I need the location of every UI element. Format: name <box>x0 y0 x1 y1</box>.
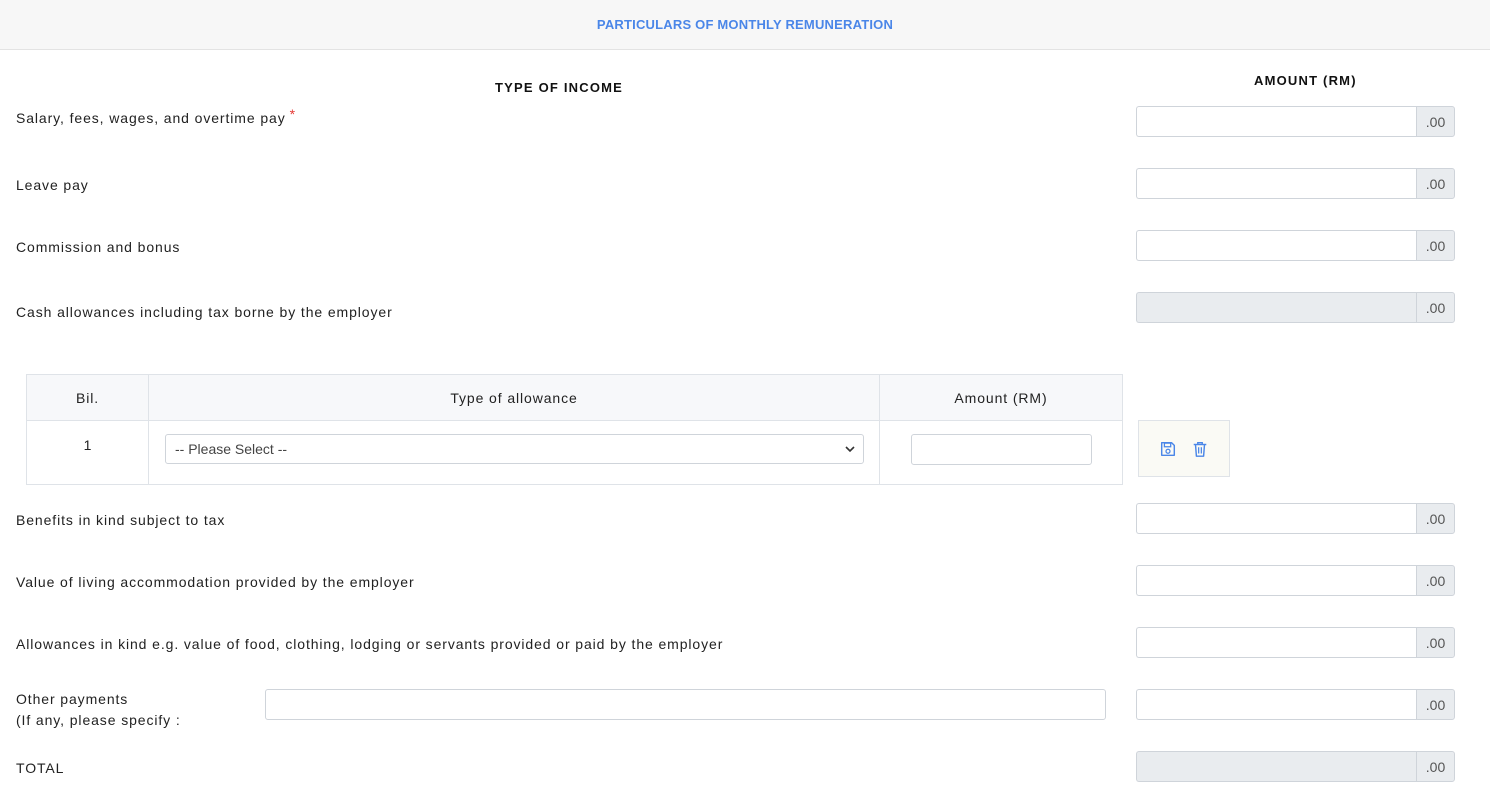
allowances-in-kind-label: Allowances in kind e.g. value of food, c… <box>16 636 724 652</box>
decimal-suffix: .00 <box>1416 751 1455 782</box>
other-payments-amount-input[interactable] <box>1136 689 1416 720</box>
allowance-actions <box>1138 420 1230 477</box>
decimal-suffix: .00 <box>1416 230 1455 261</box>
allowances-in-kind-amount-input[interactable] <box>1136 627 1416 658</box>
allowance-header-amount: Amount (RM) <box>879 374 1123 421</box>
commission-amount-input[interactable] <box>1136 230 1416 261</box>
column-header-amount: AMOUNT (RM) <box>1254 73 1357 88</box>
other-payments-label-line1: Other payments <box>16 691 129 707</box>
allowance-table: Bil. Type of allowance Amount (RM) 1 -- … <box>26 374 1123 485</box>
allowance-amount-input[interactable] <box>911 434 1092 465</box>
other-payments-label: Other payments (If any, please specify : <box>16 689 181 731</box>
allowance-header-type: Type of allowance <box>148 374 880 421</box>
allowance-type-select[interactable]: -- Please Select -- <box>165 434 864 464</box>
decimal-suffix: .00 <box>1416 106 1455 137</box>
column-header-type-of-income: TYPE OF INCOME <box>495 80 624 95</box>
allowances-in-kind-amount-group: .00 <box>1136 627 1455 658</box>
allowance-row-type-cell: -- Please Select -- <box>148 420 880 485</box>
allowance-header-bil: Bil. <box>26 374 149 421</box>
living-accommodation-amount-input[interactable] <box>1136 565 1416 596</box>
benefits-amount-group: .00 <box>1136 503 1455 534</box>
allowance-row-amount-cell <box>879 420 1123 485</box>
decimal-suffix: .00 <box>1416 503 1455 534</box>
section-header: PARTICULARS OF MONTHLY REMUNERATION <box>0 0 1490 50</box>
living-accommodation-label: Value of living accommodation provided b… <box>16 574 415 590</box>
decimal-suffix: .00 <box>1416 168 1455 199</box>
required-mark: * <box>289 106 296 122</box>
decimal-suffix: .00 <box>1416 627 1455 658</box>
leave-pay-amount-group: .00 <box>1136 168 1455 199</box>
decimal-suffix: .00 <box>1416 565 1455 596</box>
section-title: PARTICULARS OF MONTHLY REMUNERATION <box>596 17 894 32</box>
other-payments-amount-group: .00 <box>1136 689 1455 720</box>
allowance-row-bil: 1 <box>26 420 149 485</box>
commission-amount-group: .00 <box>1136 230 1455 261</box>
cash-allowances-amount-group: .00 <box>1136 292 1455 323</box>
other-payments-specify-input[interactable] <box>265 689 1106 720</box>
salary-amount-group: .00 <box>1136 106 1455 137</box>
benefits-label: Benefits in kind subject to tax <box>16 512 226 528</box>
total-amount-input <box>1136 751 1416 782</box>
trash-icon[interactable] <box>1191 440 1209 458</box>
chevron-down-icon <box>845 446 855 453</box>
total-label: TOTAL <box>16 760 65 776</box>
allowance-type-selected: -- Please Select -- <box>175 441 288 457</box>
leave-pay-label: Leave pay <box>16 177 89 193</box>
table-row: 1 -- Please Select -- <box>26 420 1123 485</box>
salary-label-text: Salary, fees, wages, and overtime pay <box>16 110 286 126</box>
total-amount-group: .00 <box>1136 751 1455 782</box>
commission-label: Commission and bonus <box>16 239 181 255</box>
salary-label: Salary, fees, wages, and overtime pay * <box>16 106 296 129</box>
other-payments-label-line2: (If any, please specify : <box>16 712 181 728</box>
decimal-suffix: .00 <box>1416 292 1455 323</box>
salary-amount-input[interactable] <box>1136 106 1416 137</box>
allowance-table-header-row: Bil. Type of allowance Amount (RM) <box>26 374 1123 421</box>
leave-pay-amount-input[interactable] <box>1136 168 1416 199</box>
living-accommodation-amount-group: .00 <box>1136 565 1455 596</box>
decimal-suffix: .00 <box>1416 689 1455 720</box>
save-icon[interactable] <box>1159 440 1177 458</box>
cash-allowances-amount-input <box>1136 292 1416 323</box>
cash-allowances-label: Cash allowances including tax borne by t… <box>16 304 393 320</box>
benefits-amount-input[interactable] <box>1136 503 1416 534</box>
